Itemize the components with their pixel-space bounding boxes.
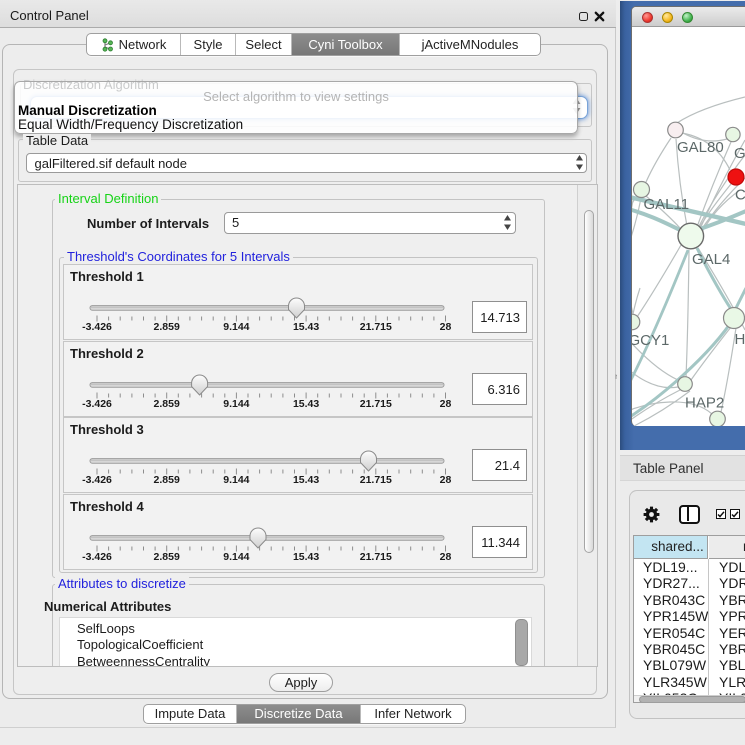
svg-text:21.715: 21.715	[360, 551, 392, 563]
svg-text:9.144: 9.144	[223, 321, 249, 333]
svg-text:GAL4: GAL4	[692, 251, 730, 268]
svg-text:21.715: 21.715	[360, 321, 392, 333]
svg-text:G: G	[734, 145, 745, 162]
svg-text:9.144: 9.144	[223, 474, 249, 486]
svg-text:GAL80: GAL80	[677, 139, 724, 156]
svg-text:15.43: 15.43	[293, 474, 319, 486]
svg-text:-3.426: -3.426	[82, 551, 112, 563]
svg-text:28: 28	[440, 474, 452, 486]
svg-text:HAP2: HAP2	[685, 395, 724, 412]
svg-text:GCY1: GCY1	[632, 332, 669, 349]
svg-text:28: 28	[440, 321, 452, 333]
svg-text:2.859: 2.859	[154, 551, 180, 563]
svg-text:H: H	[735, 331, 745, 348]
svg-text:15.43: 15.43	[293, 551, 319, 563]
svg-text:2.859: 2.859	[154, 398, 180, 410]
svg-text:-3.426: -3.426	[82, 321, 112, 333]
svg-text:2.859: 2.859	[154, 321, 180, 333]
svg-text:28: 28	[440, 551, 452, 563]
svg-text:9.144: 9.144	[223, 398, 249, 410]
svg-text:GAL11: GAL11	[644, 196, 690, 213]
svg-text:9.144: 9.144	[223, 551, 249, 563]
svg-text:-3.426: -3.426	[82, 474, 112, 486]
svg-text:28: 28	[440, 398, 452, 410]
svg-text:-3.426: -3.426	[82, 398, 112, 410]
svg-text:C: C	[735, 187, 745, 204]
svg-text:15.43: 15.43	[293, 321, 319, 333]
svg-text:21.715: 21.715	[360, 398, 392, 410]
svg-text:2.859: 2.859	[154, 474, 180, 486]
svg-text:21.715: 21.715	[360, 474, 392, 486]
svg-text:15.43: 15.43	[293, 398, 319, 410]
